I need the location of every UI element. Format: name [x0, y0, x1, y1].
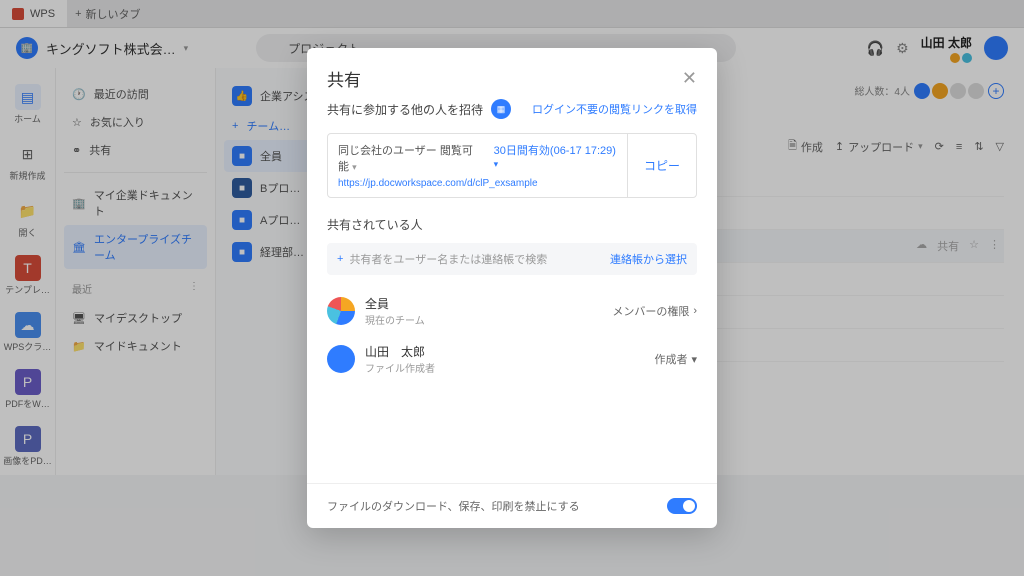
modal-overlay: 共有 ✕ 共有に参加する他の人を招待 ▦ ログイン不要の閲覧リンクを取得 同じ会… — [0, 0, 1024, 576]
link-box: 同じ会社のユーザー 閲覧可能 ▾ 30日間有効(06-17 17:29) ▾ h… — [327, 133, 697, 198]
avatar — [327, 345, 355, 373]
get-link-button[interactable]: ログイン不要の閲覧リンクを取得 — [532, 101, 697, 117]
person-role-dropdown[interactable]: メンバーの権限 › — [612, 303, 697, 319]
footer-label: ファイルのダウンロード、保存、印刷を禁止にする — [327, 498, 580, 514]
expiry-dropdown[interactable]: 30日間有効(06-17 17:29) ▾ — [494, 142, 617, 174]
permission-dropdown[interactable]: 同じ会社のユーザー 閲覧可能 ▾ — [338, 142, 484, 174]
person-sub: 現在のチーム — [365, 312, 425, 327]
chevron-right-icon: › — [693, 305, 697, 317]
share-url[interactable]: https://jp.docworkspace.com/d/clP_exsamp… — [338, 178, 617, 189]
shared-person: 全員 現在のチーム メンバーの権限 › — [327, 287, 697, 335]
person-sub: ファイル作成者 — [365, 360, 435, 375]
person-name: 全員 — [365, 295, 425, 312]
from-contacts-button[interactable]: 連絡帳から選択 — [610, 251, 687, 267]
invite-others-label: 共有に参加する他の人を招待 — [327, 101, 483, 118]
person-name: 山田 太郎 — [365, 343, 435, 360]
copy-button[interactable]: コピー — [627, 134, 696, 197]
search-people-input[interactable]: + 共有者をユーザー名または連絡帳で検索 連絡帳から選択 — [327, 243, 697, 275]
shared-people-label: 共有されている人 — [327, 216, 697, 233]
qr-icon[interactable]: ▦ — [491, 99, 511, 119]
person-role-dropdown[interactable]: 作成者 ▾ — [654, 351, 697, 367]
modal-title: 共有 — [327, 66, 361, 91]
plus-icon: + — [337, 253, 343, 265]
team-avatar-icon — [327, 297, 355, 325]
share-modal: 共有 ✕ 共有に参加する他の人を招待 ▦ ログイン不要の閲覧リンクを取得 同じ会… — [307, 48, 717, 528]
chevron-down-icon: ▾ — [691, 353, 697, 366]
restrict-toggle[interactable] — [667, 498, 697, 514]
shared-person: 山田 太郎 ファイル作成者 作成者 ▾ — [327, 335, 697, 383]
close-icon[interactable]: ✕ — [682, 68, 697, 89]
